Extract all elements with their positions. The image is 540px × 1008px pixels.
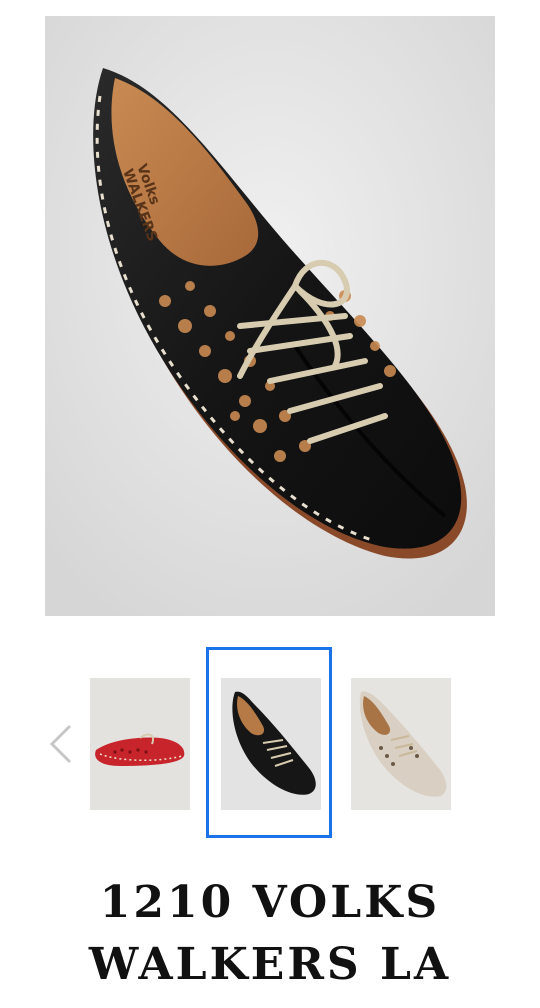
cream-shoe-thumbnail[interactable] [351,678,451,810]
red-shoe-thumbnail[interactable] [90,678,190,810]
chevron-left-icon[interactable] [46,724,76,764]
product-title: 1210 VOLKS WALKERS LA [0,872,540,996]
product-title-line-2: WALKERS LA [88,939,452,990]
thumbnail-carousel [0,646,540,842]
product-title-line-1: 1210 VOLKS [99,877,441,928]
black-shoe-illustration: Volks WALKERS [45,16,495,616]
main-product-image[interactable]: Volks WALKERS [45,16,495,616]
black-shoe-thumbnail[interactable] [221,678,321,810]
